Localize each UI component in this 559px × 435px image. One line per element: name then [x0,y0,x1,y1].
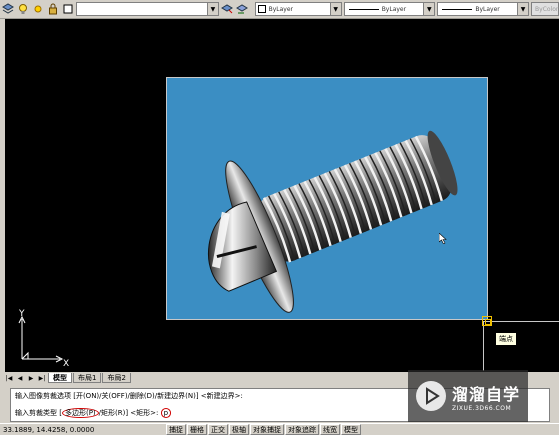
command-prompt-prefix: 输入剪裁类型 [ [15,409,62,417]
coordinate-readout: 33.1889, 14.4258, 0.0000 [3,425,95,434]
grid-toggle[interactable]: 栅格 [187,424,207,435]
linetype-sample [348,8,379,10]
lineweight-dropdown[interactable]: ByLayer ▼ [437,2,530,16]
play-logo-icon [416,381,446,411]
plotstyle-dropdown[interactable]: ByColor [531,2,559,16]
raster-image[interactable] [166,77,488,320]
chevron-down-icon[interactable]: ▼ [423,3,435,15]
ucs-icon: Y X [12,309,72,369]
prev-tab-icon[interactable]: ◀ [15,373,25,383]
color-swatch [257,5,266,13]
model-toggle[interactable]: 模型 [341,424,361,435]
status-bar: 33.1889, 14.4258, 0.0000 捕捉 栅格 正交 极轴 对象捕… [0,423,559,435]
lineweight-dropdown-value: ByLayer [475,5,500,13]
sun-icon[interactable] [32,2,45,16]
endpoint-snap-marker[interactable] [482,316,492,326]
color-dropdown-value: ByLayer [268,5,293,13]
command-line-2[interactable]: 输入剪裁类型 [多边形(P)/矩形(R)] <矩形>: p [15,408,172,418]
ucs-x-label: X [63,359,69,369]
lightbulb-icon[interactable] [17,2,30,16]
next-tab-icon[interactable]: ▶ [26,373,36,383]
color-square-icon[interactable] [61,2,74,16]
ucs-y-label: Y [18,309,25,319]
tab-model[interactable]: 模型 [48,373,72,383]
mouse-pointer-icon [438,232,447,246]
make-current-layer-icon[interactable] [221,2,234,16]
chevron-down-icon[interactable]: ▼ [517,3,529,15]
osnap-toggle[interactable]: 对象捕捉 [250,424,284,435]
ortho-toggle[interactable]: 正交 [208,424,228,435]
polygon-option[interactable]: 多边形(P) [61,408,99,418]
properties-toolbar: ▼ ByLayer ▼ ByLayer ▼ ByLayer ▼ ByColor [0,0,559,19]
drawing-area[interactable]: 端点 Y X [0,19,559,372]
command-line-1: 输入图像剪裁选项 [开(ON)/关(OFF)/删除(D)/新建边界(N)] <新… [15,392,243,400]
lock-icon[interactable] [46,2,59,16]
command-input[interactable]: p [160,408,172,418]
watermark: 溜溜自学 ZIXUE.3D66.COM [408,370,528,422]
screw-render [208,130,458,313]
tab-layout1[interactable]: 布局1 [73,373,102,383]
tab-layout2[interactable]: 布局2 [102,373,131,383]
snap-tooltip: 端点 [495,332,517,346]
chevron-down-icon[interactable]: ▼ [329,3,341,15]
chevron-down-icon[interactable]: ▼ [206,3,218,15]
color-dropdown[interactable]: ByLayer ▼ [254,2,342,16]
layer-previous-icon[interactable] [236,2,249,16]
watermark-url: ZIXUE.3D66.COM [452,404,512,412]
crosshair-horizontal [483,321,559,322]
lineweight-toggle[interactable]: 线宽 [320,424,340,435]
snap-toggle[interactable]: 捕捉 [166,424,186,435]
command-prompt-middle: /矩形(R)] <矩形>: [98,409,159,417]
linetype-dropdown[interactable]: ByLayer ▼ [343,2,436,16]
layer-dropdown[interactable]: ▼ [76,2,219,16]
watermark-title: 溜溜自学 [452,384,521,404]
first-tab-icon[interactable]: |◀ [4,373,14,383]
last-tab-icon[interactable]: ▶| [37,373,47,383]
linetype-dropdown-value: ByLayer [381,5,407,13]
otrack-toggle[interactable]: 对象追踪 [285,424,319,435]
crosshair-vertical [483,321,484,371]
plotstyle-dropdown-value: ByColor [535,5,559,13]
polar-toggle[interactable]: 极轴 [229,424,249,435]
lineweight-sample [442,8,473,10]
layers-icon[interactable] [2,2,15,16]
